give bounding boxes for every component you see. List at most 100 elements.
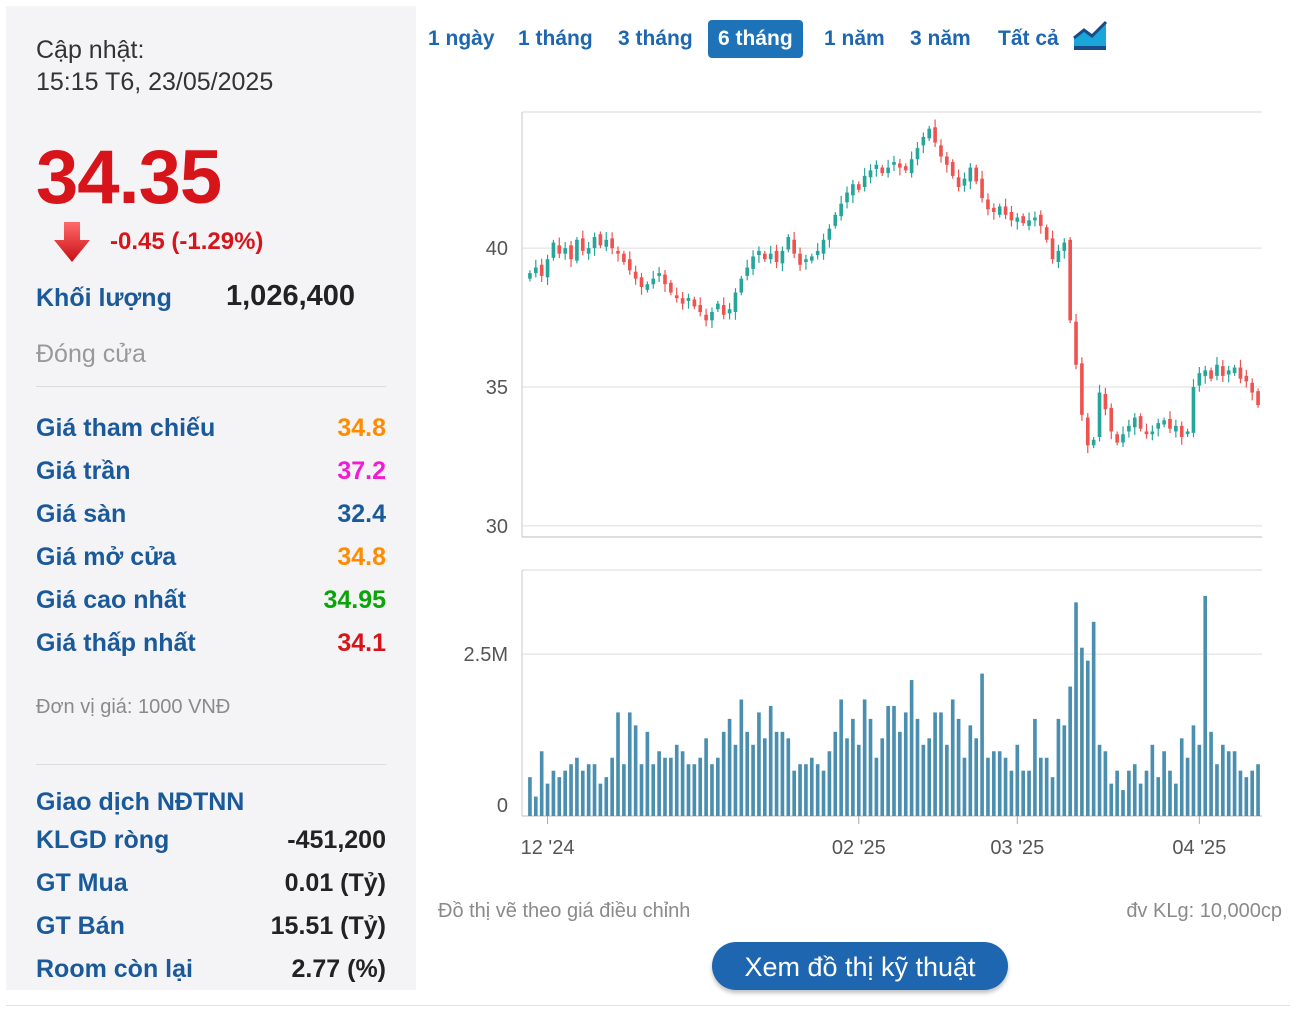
volume-bar — [1168, 770, 1172, 816]
volume-bar — [580, 770, 585, 816]
price-row-floor: Giá sàn 32.4 — [36, 500, 386, 536]
volume-bar — [1080, 647, 1084, 816]
volume-bar — [1191, 725, 1196, 816]
candle-body — [1009, 212, 1014, 221]
volume-bar — [1197, 744, 1202, 816]
candle-body — [1109, 407, 1114, 432]
volume-bar — [616, 712, 620, 816]
price-row-value: 34.95 — [323, 586, 386, 614]
price-volume-chart: 4035302.5M012 '2402 '2503 '2504 '2505 '2… — [464, 111, 1262, 859]
volume-bar — [592, 764, 597, 816]
candle-body — [610, 238, 614, 249]
candle-body — [945, 156, 949, 165]
volume-label: Khối lượng — [36, 284, 172, 312]
current-price: 34.35 — [36, 135, 222, 220]
volume-tick-label: 2.5M — [464, 644, 508, 666]
volume-bar — [997, 751, 1002, 816]
candle-body — [1156, 423, 1161, 429]
foreign-trading-title: Giao dịch NĐTNN — [36, 788, 245, 816]
volume-bar — [880, 738, 885, 816]
candle-body — [1074, 321, 1078, 365]
candle-body — [639, 277, 644, 287]
candle-body — [586, 248, 591, 254]
candle-body — [833, 214, 838, 226]
volume-bar — [692, 764, 697, 816]
candle-body — [1033, 217, 1037, 221]
price-row-reference: Giá tham chiếu 34.8 — [36, 414, 386, 450]
candle-body — [851, 184, 855, 196]
price-row-label: Giá sàn — [36, 500, 127, 528]
candle-body — [616, 250, 620, 254]
tab-all[interactable]: Tất cả — [988, 20, 1069, 58]
area-chart-toggle-icon[interactable] — [1072, 20, 1108, 52]
foreign-row-label: KLGD ròng — [36, 826, 170, 854]
volume-bar — [939, 712, 943, 816]
foreign-row-value: 0.01 (Tỷ) — [284, 869, 386, 897]
volume-bar — [815, 764, 820, 816]
divider — [36, 386, 386, 387]
volume-bar — [792, 770, 796, 816]
candle-body — [827, 228, 832, 240]
volume-bar — [874, 757, 879, 816]
candle-body — [1003, 206, 1008, 215]
candle-body — [727, 309, 732, 314]
volume-bar — [686, 764, 691, 816]
candle-body — [986, 199, 990, 210]
volume-bar — [762, 738, 767, 816]
candle-body — [1209, 370, 1213, 379]
volume-bar — [1003, 757, 1008, 816]
volume-bar — [1162, 751, 1166, 816]
candle-body — [1015, 217, 1020, 222]
candle-body — [868, 170, 873, 178]
candle-body — [745, 267, 750, 276]
tab-3-years[interactable]: 3 năm — [900, 20, 981, 58]
update-time: 15:15 T6, 23/05/2025 — [36, 68, 274, 96]
price-row-high: Giá cao nhất 34.95 — [36, 586, 386, 622]
tab-1-year[interactable]: 1 năm — [814, 20, 895, 58]
foreign-row-buy-value: GT Mua 0.01 (Tỷ) — [36, 869, 386, 905]
candle-body — [757, 250, 761, 256]
candle-body — [892, 162, 896, 165]
volume-bar — [956, 718, 961, 816]
volume-bar — [557, 777, 562, 816]
volume-value: 1,026,400 — [226, 280, 356, 312]
tab-1-month[interactable]: 1 tháng — [508, 20, 603, 58]
volume-bar — [528, 777, 532, 816]
candle-body — [1179, 425, 1184, 437]
candle-body — [1127, 425, 1131, 432]
candle-body — [1044, 227, 1049, 240]
volume-bar — [733, 744, 738, 816]
volume-bar — [1150, 744, 1155, 816]
candle-body — [1191, 387, 1196, 433]
volume-bar — [1179, 738, 1184, 816]
volume-bar — [851, 718, 855, 816]
volume-bar — [968, 725, 973, 816]
volume-bar — [704, 738, 708, 816]
foreign-row-label: GT Bán — [36, 912, 125, 940]
volume-bar — [1109, 783, 1114, 816]
candle-body — [1168, 418, 1172, 429]
volume-bar — [862, 699, 867, 816]
technical-chart-button[interactable]: Xem đồ thị kỹ thuật — [712, 942, 1008, 990]
volume-bar — [821, 770, 826, 816]
candle-body — [880, 167, 885, 174]
volume-bar — [598, 783, 603, 816]
tab-3-months[interactable]: 3 tháng — [608, 20, 703, 58]
divider — [36, 764, 386, 765]
candle-body — [968, 167, 973, 182]
volume-bar — [539, 751, 544, 816]
candle-body — [1115, 434, 1119, 443]
candle-body — [539, 264, 544, 276]
candle-body — [680, 298, 685, 304]
volume-bar — [892, 705, 896, 816]
candle-body — [939, 145, 943, 157]
candle-body — [686, 298, 691, 301]
volume-bar — [669, 757, 673, 816]
candle-body — [1121, 434, 1125, 443]
volume-bar — [627, 712, 632, 816]
candle-body — [1080, 363, 1084, 415]
tab-1-day[interactable]: 1 ngày — [418, 20, 505, 58]
candle-body — [674, 295, 679, 299]
volume-bar — [727, 718, 732, 816]
tab-6-months[interactable]: 6 tháng — [708, 20, 803, 58]
